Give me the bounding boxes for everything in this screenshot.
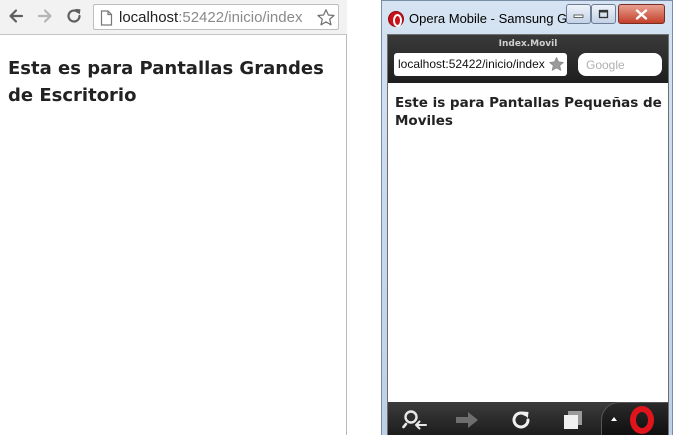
zoom-out-button[interactable] [398,405,432,435]
opera-mobile-window: Opera Mobile - Samsung G... Index.Movil … [381,0,673,435]
search-input[interactable] [578,53,662,76]
page-icon [100,10,113,26]
forward-arrow-icon [37,9,52,23]
caret-up-icon [611,417,617,421]
mobile-header-bar: Index.Movil localhost:52422/inicio/index [388,35,668,83]
page-heading: Este is para Pantallas Pequeñas de Movil… [395,95,662,129]
tabs-icon [564,411,582,429]
reload-icon [67,8,81,23]
url-path: :52422/inicio/index [178,9,303,26]
page-heading: Esta es para Pantallas Grandes de Escrit… [8,58,324,106]
opera-menu-button[interactable] [601,402,668,435]
mobile-address-bar[interactable]: localhost:52422/inicio/index [394,53,567,76]
maximize-button[interactable] [591,4,616,24]
forward-arrow-icon [456,412,478,428]
mobile-url-text: localhost:52422/inicio/index [398,57,545,71]
page-title: Index.Movil [498,39,558,49]
window-title: Opera Mobile - Samsung G... [409,11,571,26]
close-icon [635,8,648,20]
minimize-icon [573,14,584,18]
forward-button[interactable] [34,5,56,27]
star-icon[interactable] [316,8,336,28]
url-text: localhost:52422/inicio/index [119,8,315,27]
opera-icon [388,11,404,27]
forward-button[interactable] [450,405,484,435]
browser-toolbar: localhost:52422/inicio/index [0,0,347,35]
mobile-bottom-toolbar [388,402,668,435]
phone-screen: Index.Movil localhost:52422/inicio/index… [387,34,669,435]
tabs-button[interactable] [556,405,590,435]
url-host: localhost [119,9,179,26]
reload-icon [512,411,530,429]
back-arrow-icon [9,9,24,23]
desktop-browser-window: localhost:52422/inicio/index Esta es par… [0,0,347,435]
back-button[interactable] [5,5,27,27]
zoom-out-icon [402,410,427,430]
maximize-icon [598,9,609,19]
star-icon[interactable] [548,56,565,73]
opera-logo-icon [630,406,654,434]
reload-button[interactable] [63,5,85,27]
reload-button[interactable] [504,405,538,435]
address-bar[interactable]: localhost:52422/inicio/index [93,4,339,30]
minimize-button[interactable] [566,4,591,24]
close-button[interactable] [618,4,665,24]
window-title-bar[interactable]: Opera Mobile - Samsung G... [382,1,672,33]
